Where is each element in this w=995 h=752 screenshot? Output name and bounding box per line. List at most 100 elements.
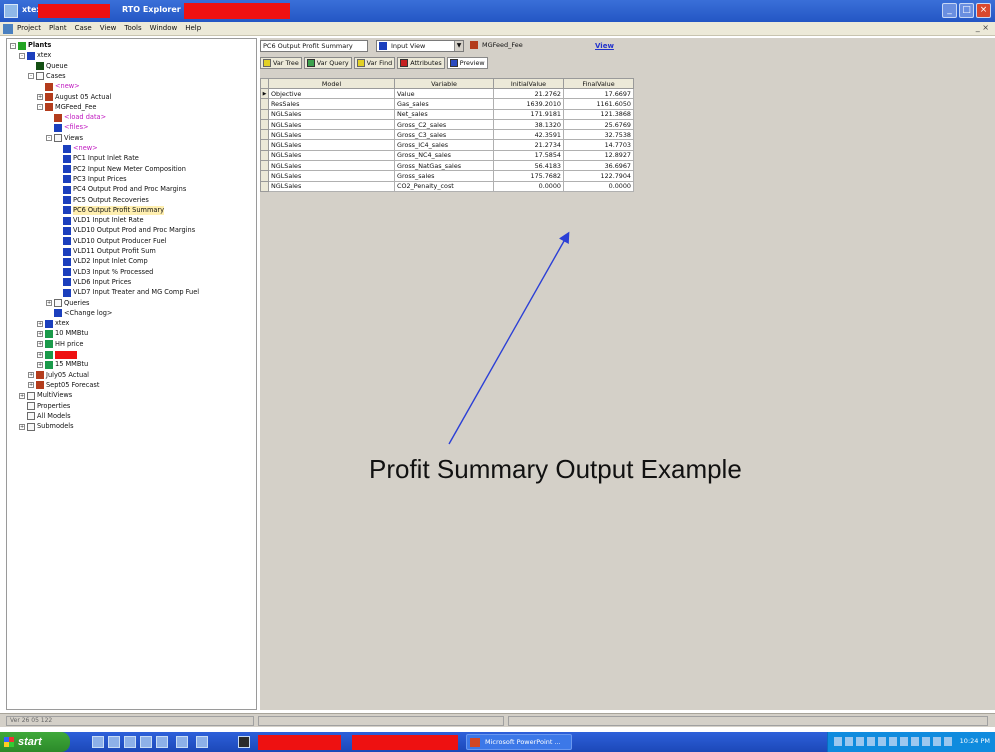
redacted-task-2[interactable]: [352, 735, 458, 750]
cell-model[interactable]: NGLSales: [268, 139, 395, 151]
tree-node[interactable]: VLD2 Input Inlet Comp: [55, 257, 148, 266]
chevron-down-icon[interactable]: ▼: [454, 41, 463, 51]
tree-node[interactable]: + MultiViews: [19, 391, 72, 400]
var-query-button[interactable]: Var Query: [303, 57, 352, 69]
row-selector[interactable]: [260, 170, 269, 182]
cell-model[interactable]: NGLSales: [268, 170, 395, 182]
tree-node[interactable]: + Queries: [46, 299, 89, 308]
cell-finalvalue[interactable]: 1161.6050: [563, 98, 634, 110]
row-selector[interactable]: [260, 108, 269, 120]
tree-node[interactable]: +10 MMBtu: [37, 329, 88, 338]
quicklaunch-icon-3[interactable]: [124, 736, 136, 748]
quicklaunch-icon-1[interactable]: [92, 736, 104, 748]
tree-node[interactable]: PC6 Output Profit Summary: [55, 205, 165, 215]
table-row[interactable]: NGLSales Gross_NatGas_sales 56.4183 36.6967: [260, 160, 634, 172]
table-row[interactable]: NGLSales Net_sales 171.9181 121.3868: [260, 108, 634, 120]
tree-node[interactable]: <Change log>: [46, 309, 112, 318]
tray-icon-11[interactable]: [944, 737, 952, 746]
tree-node[interactable]: - Views: [46, 134, 83, 143]
tree-node[interactable]: <new>: [55, 144, 98, 153]
menu-case[interactable]: Case: [75, 24, 92, 32]
column-header-model[interactable]: Model: [268, 78, 395, 89]
tray-icon-7[interactable]: [900, 737, 908, 746]
cell-initialvalue[interactable]: 171.9181: [493, 108, 564, 120]
tree-node[interactable]: PC1 Input Inlet Rate: [55, 154, 139, 163]
column-header-finalvalue[interactable]: FinalValue: [563, 78, 634, 89]
tree-node[interactable]: All Models: [19, 412, 71, 421]
table-row[interactable]: NGLSales Gross_C2_sales 38.1320 25.6769: [260, 118, 634, 131]
cell-finalvalue[interactable]: 0.0000: [563, 180, 634, 192]
tree-node[interactable]: PC2 Input New Meter Composition: [55, 165, 186, 174]
cell-variable[interactable]: Net_sales: [394, 108, 494, 120]
current-row-indicator[interactable]: ▶: [260, 87, 269, 100]
view-link[interactable]: View: [595, 42, 614, 50]
tree-node[interactable]: <new>: [37, 82, 80, 91]
row-selector[interactable]: [260, 98, 269, 110]
tree-node[interactable]: - Plants: [10, 41, 51, 50]
tree-node[interactable]: + xtex: [37, 319, 69, 328]
cell-variable[interactable]: Gross_C3_sales: [394, 129, 494, 141]
collapse-icon[interactable]: -: [19, 52, 25, 59]
cell-initialvalue[interactable]: 0.0000: [493, 180, 564, 192]
tree-node[interactable]: <files>: [46, 123, 89, 132]
tree-node[interactable]: VLD10 Output Prod and Proc Margins: [55, 226, 195, 235]
menu-project[interactable]: Project: [17, 24, 41, 32]
tree-node[interactable]: + Sept05 Forecast: [28, 381, 99, 390]
tree-node[interactable]: PC5 Output Recoveries: [55, 196, 149, 205]
redacted-task-1[interactable]: [258, 735, 341, 750]
cell-model[interactable]: NGLSales: [268, 180, 395, 192]
collapse-icon[interactable]: -: [37, 104, 43, 111]
cell-initialvalue[interactable]: 56.4183: [493, 160, 564, 172]
cell-finalvalue[interactable]: 122.7904: [563, 170, 634, 182]
var-find-button[interactable]: Var Find: [353, 57, 396, 69]
tray-icon-4[interactable]: [867, 737, 875, 746]
menu-view[interactable]: View: [100, 24, 117, 32]
tree-node[interactable]: Queue: [28, 62, 68, 71]
menu-plant[interactable]: Plant: [49, 24, 67, 32]
expand-icon[interactable]: +: [37, 320, 43, 327]
cell-model[interactable]: ResSales: [268, 98, 395, 110]
tray-icon-9[interactable]: [922, 737, 930, 746]
menu-tools[interactable]: Tools: [124, 24, 141, 32]
tree-node[interactable]: VLD6 Input Prices: [55, 278, 131, 287]
quicklaunch-icon-5[interactable]: [156, 736, 168, 748]
tray-icon-10[interactable]: [933, 737, 941, 746]
tree-node[interactable]: + Submodels: [19, 422, 74, 431]
tree-node[interactable]: Properties: [19, 402, 70, 411]
tree-node[interactable]: + HH price: [37, 340, 83, 349]
tree-node[interactable]: VLD10 Output Producer Fuel: [55, 237, 167, 246]
expand-icon[interactable]: +: [46, 300, 52, 306]
view-type-select[interactable]: Input View ▼: [376, 40, 464, 52]
cell-variable[interactable]: CO2_Penalty_cost: [394, 180, 494, 192]
tree-node[interactable]: VLD7 Input Treater and MG Comp Fuel: [55, 288, 199, 297]
task-icon-app[interactable]: [238, 736, 250, 748]
cell-initialvalue[interactable]: 38.1320: [493, 118, 564, 131]
start-button[interactable]: start: [0, 732, 70, 752]
cell-initialvalue[interactable]: 42.3591: [493, 129, 564, 141]
tree-node[interactable]: +: [37, 350, 77, 359]
tree-node[interactable]: <load data>: [46, 113, 106, 122]
table-row[interactable]: NGLSales Gross_C3_sales 42.3591 32.7538: [260, 129, 634, 141]
cell-finalvalue[interactable]: 121.3868: [563, 108, 634, 120]
task-powerpoint[interactable]: Microsoft PowerPoint ...: [466, 734, 572, 750]
expand-icon[interactable]: +: [37, 361, 43, 368]
cell-model[interactable]: NGLSales: [268, 160, 395, 172]
cell-model[interactable]: NGLSales: [268, 129, 395, 141]
collapse-icon[interactable]: -: [46, 135, 52, 142]
cell-finalvalue[interactable]: 36.6967: [563, 160, 634, 172]
table-row[interactable]: ▶ Objective Value 21.2762 17.6697: [260, 87, 634, 100]
tree-node[interactable]: + July05 Actual: [28, 371, 89, 380]
profit-summary-grid[interactable]: Model Variable InitialValue FinalValue ▶…: [260, 78, 634, 192]
cell-variable[interactable]: Gross_IC4_sales: [394, 139, 494, 151]
tray-icon-6[interactable]: [889, 737, 897, 746]
tree-node[interactable]: + August 05 Actual: [37, 93, 111, 102]
tree-node[interactable]: PC3 Input Prices: [55, 175, 127, 184]
cell-initialvalue[interactable]: 175.7682: [493, 170, 564, 182]
cell-variable[interactable]: Value: [394, 87, 494, 100]
row-selector[interactable]: [260, 149, 269, 162]
maximize-button[interactable]: □: [959, 3, 974, 18]
cell-initialvalue[interactable]: 21.2762: [493, 87, 564, 100]
view-name-field[interactable]: PC6 Output Profit Summary: [260, 40, 368, 52]
table-row[interactable]: NGLSales Gross_IC4_sales 21.2734 14.7703: [260, 139, 634, 151]
tray-icon-2[interactable]: [845, 737, 853, 746]
